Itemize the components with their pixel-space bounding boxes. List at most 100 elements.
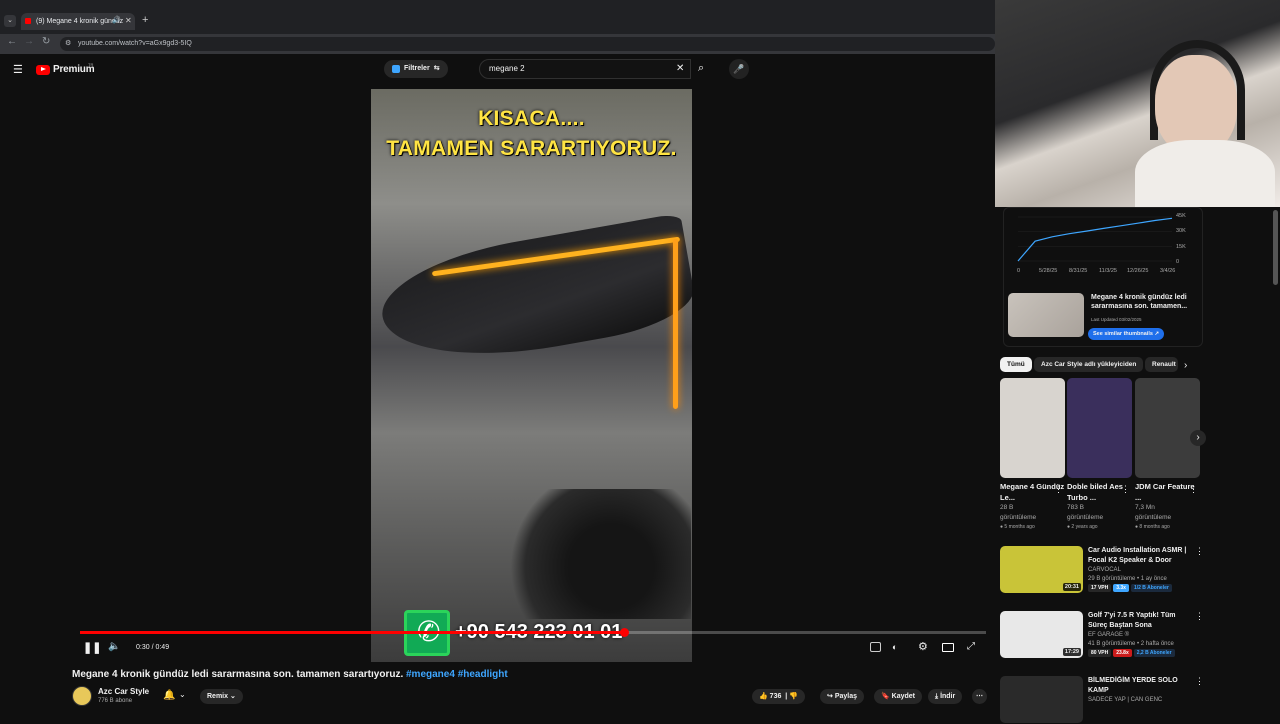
similar-thumbnails-button[interactable]: See similar thumbnails ↗ bbox=[1088, 328, 1165, 340]
more-actions-button[interactable]: ⋯ bbox=[972, 689, 987, 704]
menu-icon[interactable]: ☰ bbox=[13, 63, 23, 76]
channel-name[interactable]: CARVOCAL bbox=[1088, 567, 1121, 573]
scrubber-handle[interactable] bbox=[619, 628, 629, 637]
video-thumbnail[interactable] bbox=[1000, 676, 1083, 723]
video-title[interactable]: BİLMEDİĞİM YERDE SOLO KAMP bbox=[1088, 676, 1193, 696]
back-icon[interactable]: ← bbox=[7, 36, 17, 47]
shorts-age: ● 2 years ago bbox=[1067, 524, 1098, 530]
y-tick: 0 bbox=[1176, 259, 1180, 265]
bumper-grille bbox=[491, 489, 691, 619]
share-label: Paylaş bbox=[834, 693, 858, 700]
pause-icon[interactable]: ❚❚ bbox=[83, 641, 101, 654]
search-input[interactable]: megane 2 bbox=[479, 59, 691, 79]
shorts-next-icon[interactable]: › bbox=[1190, 430, 1206, 446]
url-field[interactable]: youtube.com/watch?v=aGx9gd3-5IQ bbox=[60, 37, 995, 51]
youtube-logo[interactable]: Premium TR bbox=[36, 62, 95, 75]
reload-icon[interactable]: ↻ bbox=[42, 36, 50, 47]
brand-region: TR bbox=[88, 62, 94, 67]
like-count: 736 bbox=[769, 693, 782, 700]
more-vert-icon[interactable]: ⋮ bbox=[1195, 611, 1204, 622]
clear-search-icon[interactable]: ✕ bbox=[676, 63, 684, 74]
channel-name[interactable]: EF GARAGE ® bbox=[1088, 632, 1129, 638]
shorts-thumbnail[interactable] bbox=[1067, 378, 1132, 478]
tab-audio-icon[interactable]: 🔊 bbox=[112, 16, 121, 24]
shorts-views: 783 B bbox=[1067, 504, 1084, 511]
thumb-card-updated: Last Updated 03/02/2025 bbox=[1091, 317, 1142, 322]
x-tick: 12/26/25 bbox=[1127, 268, 1149, 274]
save-button[interactable]: 🔖 Kaydet bbox=[874, 689, 923, 704]
notification-bell-icon[interactable]: 🔔 bbox=[163, 690, 175, 701]
shorts-card[interactable]: Doble biled Aes Turbo ... 783 Bgörüntülem… bbox=[1067, 378, 1132, 530]
vph-badge: 80 VPH bbox=[1088, 649, 1112, 657]
webcam-overlay bbox=[995, 0, 1280, 207]
channel-name[interactable]: SADECE YAP | CAN GENC bbox=[1088, 697, 1162, 703]
video-title[interactable]: Car Audio Installation ASMR | Focal K2 S… bbox=[1088, 546, 1193, 566]
fullscreen-icon[interactable]: ⤢ bbox=[967, 641, 975, 652]
chip-label: Azc Car Style adlı yükleyiciden bbox=[1041, 361, 1137, 368]
chevron-down-icon[interactable]: ⌄ bbox=[179, 690, 186, 699]
mic-icon[interactable]: 🎤 bbox=[729, 59, 749, 79]
avatar[interactable] bbox=[72, 686, 92, 706]
chevron-right-icon[interactable]: › bbox=[1184, 360, 1187, 371]
hashtag-link[interactable]: #megane4 bbox=[406, 669, 455, 680]
site-info-icon[interactable]: ⚙ bbox=[65, 39, 71, 47]
filter-label: Filtreler bbox=[404, 65, 430, 72]
chip-label: Renault bbox=[1152, 361, 1176, 368]
vph-badge: 17 VPH bbox=[1088, 584, 1112, 592]
volume-icon[interactable]: 🔈 bbox=[108, 641, 120, 652]
more-vert-icon[interactable]: ⋮ bbox=[1189, 484, 1198, 495]
shorts-views-label: görüntüleme bbox=[1000, 514, 1037, 521]
chip-all[interactable]: Tümü bbox=[1000, 357, 1032, 372]
tab-close-icon[interactable]: ✕ bbox=[125, 16, 132, 25]
forward-icon[interactable]: → bbox=[24, 36, 34, 47]
tab-search-icon[interactable]: ⌄ bbox=[4, 15, 16, 27]
shorts-card[interactable]: Megane 4 Gündüz Le... 28 Bgörüntüleme ● 5 … bbox=[1000, 378, 1065, 530]
more-vert-icon[interactable]: ⋮ bbox=[1121, 484, 1130, 495]
youtube-play-icon bbox=[36, 64, 50, 75]
scrollbar[interactable] bbox=[1273, 210, 1278, 285]
remix-label: Remix bbox=[207, 693, 229, 700]
recommended-video[interactable]: 17:29 Golf 7'yi 7.5 R Yaptık! Tüm Süreç B… bbox=[1000, 611, 1204, 659]
chip-renault[interactable]: Renault bbox=[1145, 357, 1178, 372]
progress-fill bbox=[80, 631, 624, 634]
filter-button[interactable]: Filtreler ⇆ bbox=[384, 60, 448, 78]
video-thumbnail[interactable]: 17:29 bbox=[1000, 611, 1083, 658]
y-tick: 30K bbox=[1176, 228, 1186, 234]
video-title: Megane 4 kronik gündüz ledi sararmasına … bbox=[72, 669, 508, 680]
share-button[interactable]: ↪ Paylaş bbox=[820, 689, 865, 704]
extension-icon[interactable] bbox=[870, 642, 881, 652]
recommended-video[interactable]: BİLMEDİĞİM YERDE SOLO KAMP SADECE YAP | C… bbox=[1000, 676, 1204, 724]
caption-line-2: TAMAMEN SARARTIYORUZ. bbox=[386, 137, 677, 160]
address-bar-row: ← → ↻ youtube.com/watch?v=aGx9gd3-5IQ ⚙ bbox=[0, 34, 995, 54]
url-text: youtube.com/watch?v=aGx9gd3-5IQ bbox=[78, 40, 192, 47]
shorts-age-text: 5 months ago bbox=[1004, 524, 1035, 530]
shorts-card[interactable]: JDM Car Feature ... 7,3 Mn görüntüleme ● 8 … bbox=[1135, 378, 1200, 530]
y-tick: 15K bbox=[1176, 244, 1186, 250]
theater-mode-icon[interactable] bbox=[942, 643, 954, 652]
search-icon[interactable]: ⌕ bbox=[698, 62, 704, 75]
more-vert-icon[interactable]: ⋮ bbox=[1195, 676, 1204, 687]
more-vert-icon[interactable]: ⋮ bbox=[1054, 484, 1063, 495]
video-player[interactable]: KISACA.... TAMAMEN SARARTIYORUZ. bbox=[371, 89, 692, 662]
shorts-thumbnail[interactable] bbox=[1000, 378, 1065, 478]
autoplay-toggle-icon[interactable]: ◐ bbox=[892, 642, 897, 652]
thumbs-down-icon[interactable]: 👎 bbox=[789, 693, 798, 700]
like-button[interactable]: 👍 736 | 👎 bbox=[752, 689, 805, 704]
thumbnail-preview[interactable] bbox=[1008, 293, 1084, 337]
video-thumbnail[interactable]: 20:31 bbox=[1000, 546, 1083, 593]
video-meta: 41 B görüntüleme • 2 hafta önce bbox=[1088, 641, 1174, 647]
video-title[interactable]: Golf 7'yi 7.5 R Yaptık! Tüm Süreç Baştan… bbox=[1088, 611, 1193, 631]
recommended-video[interactable]: 20:31 Car Audio Installation ASMR | Focal… bbox=[1000, 546, 1204, 594]
shorts-age-text: 8 months ago bbox=[1139, 524, 1170, 530]
shorts-thumbnail[interactable] bbox=[1135, 378, 1200, 478]
progress-bar[interactable] bbox=[80, 628, 986, 637]
download-icon: ⤓ bbox=[935, 693, 939, 700]
more-vert-icon[interactable]: ⋮ bbox=[1195, 546, 1204, 557]
remix-button[interactable]: Remix ⌄ bbox=[200, 689, 243, 704]
channel-name[interactable]: Azc Car Style bbox=[98, 687, 149, 696]
download-button[interactable]: ⤓ İndir bbox=[928, 689, 963, 704]
new-tab-icon[interactable]: + bbox=[142, 14, 148, 26]
chip-uploader[interactable]: Azc Car Style adlı yükleyiciden bbox=[1034, 357, 1144, 372]
hashtag-link[interactable]: #headlight bbox=[458, 669, 508, 680]
settings-icon[interactable]: ⚙ bbox=[918, 640, 928, 653]
